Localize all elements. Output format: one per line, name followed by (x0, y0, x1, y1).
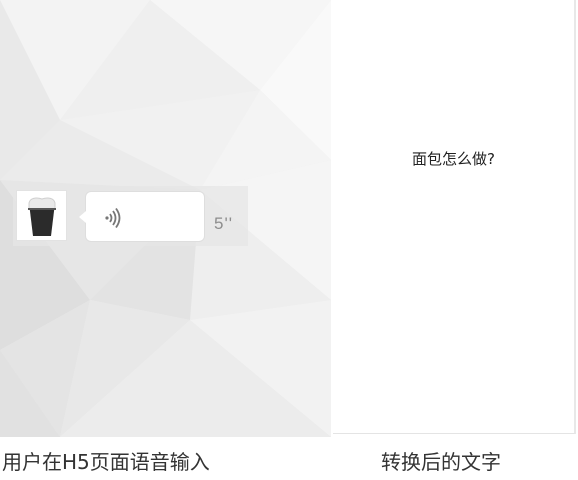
voice-duration: 5'' (214, 214, 233, 233)
converted-text-panel: 面包怎么做? (333, 0, 576, 434)
beer-glass-icon (28, 197, 56, 236)
sound-wave-icon (105, 208, 121, 228)
voice-input-panel: 5'' (0, 0, 331, 437)
user-avatar[interactable] (16, 190, 67, 241)
voice-message-bubble[interactable] (79, 191, 205, 242)
voice-input-caption: 用户在H5页面语音输入 (2, 450, 210, 474)
voice-message-row: 5'' (13, 186, 248, 246)
converted-text-caption: 转换后的文字 (381, 450, 501, 474)
converted-text: 面包怎么做? (412, 150, 495, 168)
